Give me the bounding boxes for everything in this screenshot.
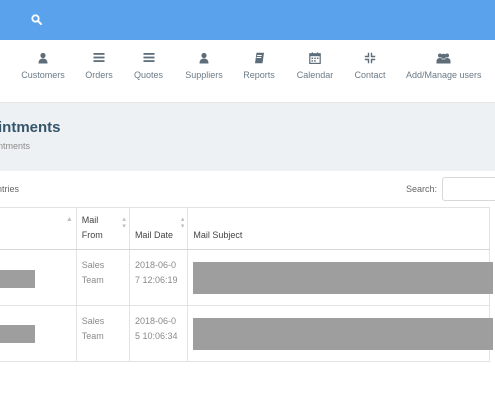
column-header-mail-subject[interactable]: Mail Subject (187, 207, 490, 250)
mail-table: ▲ Mail From ▴ ▾ Mail Date ▴ ▾ Mail Subject… (0, 207, 494, 362)
mail-date-cell: 2018-06-07 12:06:19 (129, 249, 189, 306)
calendar-icon (309, 51, 321, 64)
column-label: Mail Date (134, 229, 173, 240)
redacted-cell (0, 249, 77, 306)
book-icon (254, 52, 264, 63)
mail-date-text: 2018-06-05 10:06:34 (134, 316, 178, 342)
nav-item-orders[interactable]: Orders (84, 49, 114, 80)
nav-label-contact: Contact (354, 70, 386, 80)
user-icon (38, 52, 48, 63)
mail-from-text: Sales Team (81, 260, 105, 286)
nav-label-orders: Orders (85, 70, 113, 80)
nav-item-reports[interactable]: Reports (242, 49, 276, 80)
entries-selector-text: ntries (0, 184, 20, 194)
mail-from-text: Sales Team (81, 316, 105, 342)
column-header-mail-from[interactable]: Mail From ▴ ▾ (76, 207, 130, 250)
redacted-block (0, 270, 35, 288)
page-title: intments (0, 119, 61, 136)
nav-label-quotes: Quotes (133, 70, 164, 80)
sort-asc-icon: ▲ (65, 216, 73, 223)
top-bar (0, 0, 495, 40)
user-icon (199, 52, 209, 63)
search-icon (30, 13, 42, 25)
list-icon (93, 53, 105, 62)
nav-item-calendar[interactable]: Calendar (296, 49, 334, 80)
compress-icon (364, 52, 376, 63)
nav-label-reports: Reports (243, 70, 275, 80)
main-nav: Customers Orders Quotes Suppliers Report… (0, 40, 495, 103)
redacted-block (193, 262, 494, 294)
table-row[interactable]: Sales Team 2018-06-05 10:06:34 (0, 305, 494, 362)
nav-item-add-manage-users[interactable]: Add/Manage users (406, 49, 482, 80)
sort-icon: ▴ ▾ (180, 216, 185, 230)
column-label: Mail Subject (193, 229, 243, 240)
breadcrumb: ntments (0, 141, 31, 151)
nav-label-customers: Customers (21, 70, 65, 80)
redacted-cell (0, 305, 77, 362)
search-button[interactable] (28, 11, 44, 27)
nav-label-add-manage-users: Add/Manage users (406, 70, 482, 80)
mail-subject-cell (187, 305, 494, 362)
column-label: Mail From (81, 215, 103, 240)
nav-item-contact[interactable]: Contact (354, 49, 386, 80)
sort-icon: ▴ ▾ (122, 216, 126, 230)
nav-label-calendar: Calendar (296, 70, 334, 80)
table-search-input[interactable] (442, 177, 495, 201)
mail-date-cell: 2018-06-05 10:06:34 (129, 305, 189, 362)
redacted-block (0, 325, 35, 343)
table-row[interactable]: Sales Team 2018-06-07 12:06:19 (0, 249, 494, 306)
users-icon (436, 53, 450, 63)
list-icon (143, 53, 154, 62)
mail-from-cell: Sales Team (76, 249, 130, 306)
redacted-block (193, 318, 494, 350)
page-header: intments ntments (0, 103, 495, 171)
nav-item-suppliers[interactable]: Suppliers (184, 49, 224, 80)
mail-date-text: 2018-06-07 12:06:19 (134, 260, 178, 286)
column-header-name[interactable]: ▲ (0, 207, 77, 250)
nav-item-customers[interactable]: Customers (21, 49, 65, 80)
table-header-row: ▲ Mail From ▴ ▾ Mail Date ▴ ▾ Mail Subject (0, 207, 490, 250)
mail-subject-cell (187, 249, 494, 306)
column-header-mail-date[interactable]: Mail Date ▴ ▾ (129, 207, 189, 250)
nav-label-suppliers: Suppliers (185, 70, 223, 80)
mail-from-cell: Sales Team (76, 305, 130, 362)
table-search-label: Search: (406, 184, 438, 194)
nav-item-quotes[interactable]: Quotes (133, 49, 164, 80)
